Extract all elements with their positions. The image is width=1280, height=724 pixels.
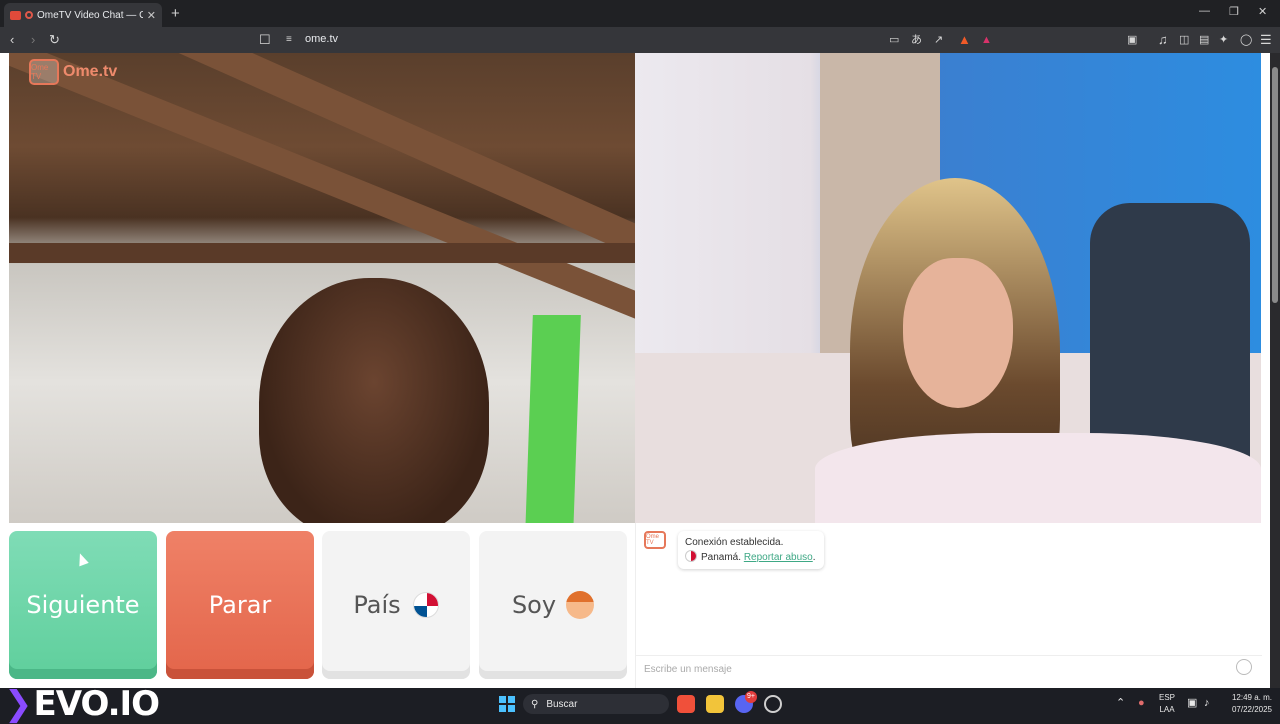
boy-emoji-icon <box>566 591 595 619</box>
close-window-button[interactable]: ✕ <box>1258 5 1267 18</box>
browser-toolbar: ‹ › ↻ ☐ ≡ ome.tv ▭ あ ↗ ▲ ▲ ▣ ♫ ◫ ▤ ✦ ◯ ☰ <box>0 27 1280 53</box>
logo-text: Ome.tv <box>63 63 118 80</box>
browser-tab[interactable]: OmeTV Video Chat — Omeg ✕ <box>4 3 162 27</box>
share-icon[interactable]: ↗ <box>934 32 943 48</box>
bookmark-icon[interactable]: ☐ <box>259 32 271 48</box>
country-name: Panamá. <box>701 552 742 563</box>
brave-app-icon[interactable] <box>677 695 695 713</box>
brave-rewards-icon[interactable]: ▲ <box>981 32 992 48</box>
gender-button[interactable]: Soy <box>479 531 627 679</box>
taskbar-search[interactable]: ⚲ Buscar <box>523 694 669 714</box>
emoji-picker-icon[interactable] <box>1236 659 1252 675</box>
recording-icon <box>25 11 33 19</box>
new-tab-button[interactable]: + <box>171 5 180 22</box>
menu-icon[interactable]: ☰ <box>1260 32 1272 48</box>
remote-user-face <box>903 258 1013 408</box>
local-user-face <box>259 278 489 523</box>
chat-panel: Ome TV Conexión establecida. Panamá. Rep… <box>635 523 1262 688</box>
back-icon[interactable]: ‹ <box>10 32 14 48</box>
file-explorer-icon[interactable] <box>706 695 724 713</box>
network-icon[interactable]: ▣ <box>1187 697 1197 709</box>
tab-title: OmeTV Video Chat — Omeg <box>37 9 143 21</box>
language-indicator[interactable]: ESP LAA <box>1159 692 1175 716</box>
tab-close-icon[interactable]: ✕ <box>147 9 156 22</box>
browser-tab-bar: OmeTV Video Chat — Omeg ✕ + — ❐ ✕ <box>0 0 1280 27</box>
site-info-icon[interactable]: ≡ <box>286 32 292 48</box>
page-scrollbar[interactable] <box>1270 53 1280 688</box>
ometv-chat-logo-icon: Ome TV <box>644 531 666 549</box>
panama-mini-flag-icon <box>685 550 697 562</box>
search-label: Buscar <box>546 698 578 710</box>
clock[interactable]: 12:49 a. m. 07/22/2025 <box>1222 692 1272 716</box>
forward-icon[interactable]: › <box>31 32 35 48</box>
brave-shield-icon[interactable]: ▲ <box>958 32 971 48</box>
evo-brand-overlay: ❯ EVO.IO <box>4 684 160 724</box>
media-icon[interactable]: ♫ <box>1158 32 1168 48</box>
message-input[interactable]: Escribe un mensaje <box>636 655 1262 681</box>
ometv-logo: Ome TV Ome.tv <box>29 59 117 85</box>
local-video: Ome TV Ome.tv <box>9 53 635 523</box>
country-button[interactable]: País <box>322 531 470 679</box>
brand-text: EVO.IO <box>33 684 161 724</box>
ometv-page: Ome TV Ome.tv Siguiente Parar País Soy O… <box>0 53 1270 688</box>
cast-icon[interactable]: ▭ <box>889 32 899 48</box>
wallet-icon[interactable]: ▤ <box>1199 32 1209 48</box>
ometv-favicon-icon <box>10 10 21 20</box>
restore-button[interactable]: ❐ <box>1229 5 1239 18</box>
country-button-label: País <box>353 591 401 619</box>
address-bar[interactable]: ome.tv <box>305 33 338 45</box>
app-icon[interactable] <box>764 695 782 713</box>
volume-icon[interactable]: ♪ <box>1204 697 1210 709</box>
next-button-label: Siguiente <box>26 591 140 619</box>
report-abuse-link[interactable]: Reportar abuso <box>744 552 813 563</box>
reload-icon[interactable]: ↻ <box>49 32 60 48</box>
stop-button[interactable]: Parar <box>166 531 314 679</box>
panama-flag-icon <box>412 592 439 618</box>
start-button[interactable] <box>499 696 515 712</box>
brand-chevron-icon: ❯ <box>4 684 32 724</box>
stop-button-label: Parar <box>208 591 272 619</box>
notification-badge: 9+ <box>745 691 757 703</box>
windows-taskbar: ❯ EVO.IO ⚲ Buscar 9+ ⌃ ● ESP LAA ▣ ♪ 12:… <box>0 684 1280 724</box>
tray-chevron-icon[interactable]: ⌃ <box>1116 697 1125 709</box>
screenshot-icon[interactable]: ▣ <box>1127 32 1137 48</box>
system-message: Conexión establecida. Panamá. Reportar a… <box>678 531 824 569</box>
green-board <box>525 315 581 523</box>
message-placeholder: Escribe un mensaje <box>644 664 732 675</box>
microphone-icon[interactable]: ● <box>1138 697 1145 709</box>
connection-status: Conexión establecida. <box>685 537 784 548</box>
remote-user-top <box>815 433 1261 523</box>
minimize-button[interactable]: — <box>1199 5 1210 17</box>
sidebar-icon[interactable]: ◫ <box>1179 32 1189 48</box>
scroll-thumb[interactable] <box>1272 67 1278 303</box>
vpn-shield-icon[interactable]: ◯ <box>1240 32 1252 48</box>
search-icon: ⚲ <box>531 698 539 710</box>
gender-button-label: Soy <box>511 591 557 619</box>
leo-ai-icon[interactable]: ✦ <box>1219 32 1228 48</box>
ometv-logo-icon: Ome TV <box>29 59 59 85</box>
translate-icon[interactable]: あ <box>911 32 922 48</box>
remote-video <box>635 53 1261 523</box>
